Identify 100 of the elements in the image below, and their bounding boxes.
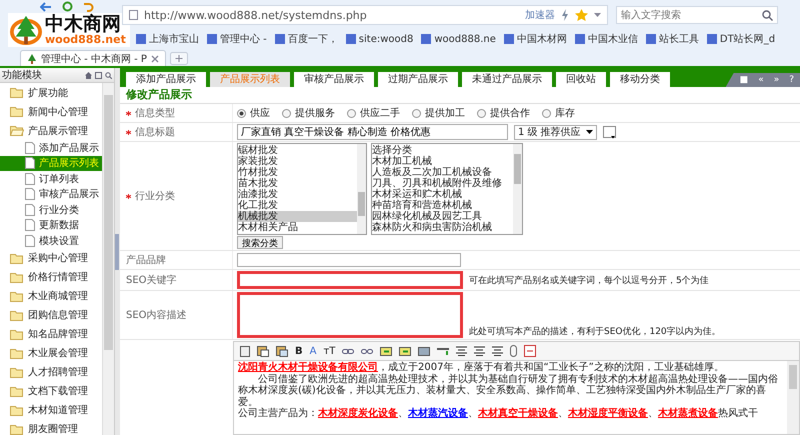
sidebar-item[interactable]: 团购信息管理 [0, 306, 88, 324]
company-link[interactable]: 木材真空干燥设备 [478, 408, 558, 419]
toolbar-button[interactable]: ? [789, 75, 794, 85]
list-option[interactable]: 木材采运和贮木机械 [372, 189, 513, 200]
list-option[interactable]: 木材相关产品 [238, 222, 357, 233]
insert-row-icon[interactable] [399, 346, 412, 356]
toolbar-button[interactable]: « [758, 75, 764, 85]
sidebar-item[interactable]: 扩展功能 [0, 83, 68, 102]
sidebar-item[interactable]: 知名品牌管理 [0, 324, 88, 344]
paste-icon[interactable] [276, 346, 288, 356]
sidebar-item[interactable]: 采购中心管理 [0, 248, 88, 268]
scrollbar[interactable] [102, 83, 114, 435]
unlink-icon[interactable] [361, 348, 374, 354]
search-icon[interactable] [105, 72, 112, 78]
browser-tab[interactable]: 管理中心 - 中木商网 - P [20, 50, 166, 66]
rich-text-editor[interactable] [233, 341, 800, 435]
bookmark-link[interactable]: 上海市宝山 [136, 32, 199, 46]
radio-option[interactable]: 提供服务 [282, 106, 335, 120]
list-option[interactable]: 家装批发 [238, 156, 357, 167]
bookmark-link[interactable]: 管理中心 - [207, 32, 267, 46]
accelerator-link[interactable]: 加速器 [525, 8, 555, 22]
refresh-icon[interactable] [62, 1, 73, 12]
input-field[interactable] [237, 253, 461, 267]
input-field[interactable] [237, 271, 463, 289]
home-icon[interactable] [85, 72, 92, 78]
sidebar-item[interactable]: 朋友圈管理 [0, 420, 78, 435]
bookmark-link[interactable]: 中国木业信 [574, 32, 638, 46]
list-option[interactable]: 森林防火和病虫害防治机械 [372, 222, 513, 233]
list-option[interactable]: 竹材批发 [238, 167, 357, 178]
radio-option[interactable]: 提供加工 [412, 106, 465, 120]
search-category-button[interactable]: 搜索分类 [237, 236, 283, 249]
radio-option[interactable]: 提供合作 [477, 106, 530, 120]
horizontal-rule-icon[interactable] [437, 348, 450, 354]
sidebar-item[interactable]: 木业展会管理 [0, 344, 88, 362]
tab[interactable]: 添加产品展示 [126, 72, 206, 87]
level-dropdown[interactable]: 1 级 推荐供应 [514, 124, 597, 140]
lightning-icon[interactable] [561, 9, 569, 21]
close-icon[interactable] [150, 54, 159, 62]
address-bar[interactable]: http://www.wood888.net/systemdns.php 加速器 [122, 5, 608, 25]
square-icon[interactable] [95, 72, 102, 78]
scrollbar[interactable] [357, 144, 366, 234]
radio-option[interactable]: 库存 [542, 106, 575, 120]
bookmark-link[interactable]: wood888.ne [421, 34, 496, 44]
sidebar-item[interactable]: 木材知道管理 [0, 400, 88, 420]
list-option[interactable]: 苗木批发 [238, 178, 357, 189]
bookmark-link[interactable]: 百度一下， [274, 32, 338, 46]
sidebar-subitem[interactable]: 更新数据 [0, 218, 102, 233]
scrollbar[interactable] [513, 144, 522, 234]
title-field[interactable]: 厂家直销 真空干燥设备 精心制造 价格优惠 [237, 124, 508, 140]
bookmark-link[interactable]: 中国木材网 [504, 32, 567, 46]
toolbar-button[interactable]: » [774, 75, 780, 85]
align-icon[interactable] [474, 346, 486, 356]
fullscreen-icon[interactable] [524, 345, 536, 357]
list-option[interactable]: 人造板及二次加工机械设备 [372, 167, 513, 178]
list-option[interactable]: 锯材批发 [238, 145, 357, 156]
category-listbox[interactable]: 锯材批发 家装批发 竹材批发 苗木批发 油漆批发 化工批发 机械批发 木材相关产品 [237, 143, 367, 235]
sidebar-subitem[interactable]: 添加产品展示 [0, 140, 102, 156]
list-option[interactable]: 木材加工机械 [372, 156, 513, 167]
paste-icon[interactable] [257, 346, 269, 356]
document-icon[interactable] [240, 346, 250, 356]
list-option[interactable]: 选择分类 [372, 145, 513, 156]
link-icon[interactable] [342, 348, 354, 354]
company-link[interactable]: 木材蒸汽设备 [408, 408, 468, 419]
list-option[interactable]: 刀具、刃具和机械附件及维修 [372, 178, 513, 189]
sidebar-item[interactable]: 木业商城管理 [0, 286, 88, 306]
radio-option[interactable]: 供应二手 [347, 106, 400, 120]
category-listbox[interactable]: 选择分类 木材加工机械 人造板及二次加工机械设备 刀具、刃具和机械附件及维修 木材采运和贮木机械 种苗培育和营造林机械 园林绿化机械及园艺工具 森林防火和病虫害防治机械 [371, 143, 523, 235]
company-link[interactable]: 木材深度炭化设备 [318, 408, 398, 419]
sidebar-subitem[interactable]: 模块设置 [0, 233, 102, 248]
star-icon[interactable] [575, 9, 588, 21]
textarea-field[interactable] [237, 292, 463, 338]
tab[interactable]: 过期产品展示 [378, 72, 458, 87]
list-option[interactable]: 种苗培育和营造林机械 [372, 200, 513, 211]
sidebar-subitem[interactable]: 产品展示列表 [0, 156, 102, 171]
font-color-button[interactable]: A [310, 346, 316, 356]
insert-row-icon[interactable] [380, 346, 392, 356]
company-link[interactable]: 沈阳青火木材干燥设备有限公司 [238, 362, 378, 373]
search-field[interactable]: 输入文字搜索 [616, 6, 778, 24]
splitter-handle[interactable] [115, 68, 120, 435]
sidebar-subitem[interactable]: 审核产品展示 [0, 186, 102, 202]
list-option[interactable]: 油漆批发 [238, 189, 357, 200]
radio-option[interactable]: 供应 [237, 106, 270, 120]
image-icon[interactable] [418, 346, 430, 356]
sidebar-item[interactable]: 文档下载管理 [0, 382, 88, 400]
color-picker-icon[interactable] [602, 126, 617, 138]
list-option[interactable]: 化工批发 [238, 200, 357, 211]
sidebar-item[interactable]: 价格行情管理 [0, 268, 88, 286]
sidebar-item[interactable]: 新闻中心管理 [0, 102, 88, 121]
list-option[interactable]: 园林绿化机械及园艺工具 [372, 211, 513, 222]
align-icon[interactable] [492, 346, 504, 356]
sidebar-item[interactable]: 人才招聘管理 [0, 362, 88, 382]
company-link[interactable]: 木材湿度平衡设备 [568, 408, 648, 419]
align-icon[interactable] [456, 346, 468, 356]
paperclip-icon[interactable] [510, 345, 518, 357]
sidebar-subitem[interactable]: 订单列表 [0, 171, 102, 186]
back-arrow-icon[interactable] [40, 2, 52, 12]
bold-button[interactable]: B [295, 346, 303, 356]
toolbar-button[interactable]: ■ [740, 75, 748, 85]
scrollbar[interactable] [787, 361, 799, 434]
font-size-button[interactable]: тT [323, 346, 336, 356]
